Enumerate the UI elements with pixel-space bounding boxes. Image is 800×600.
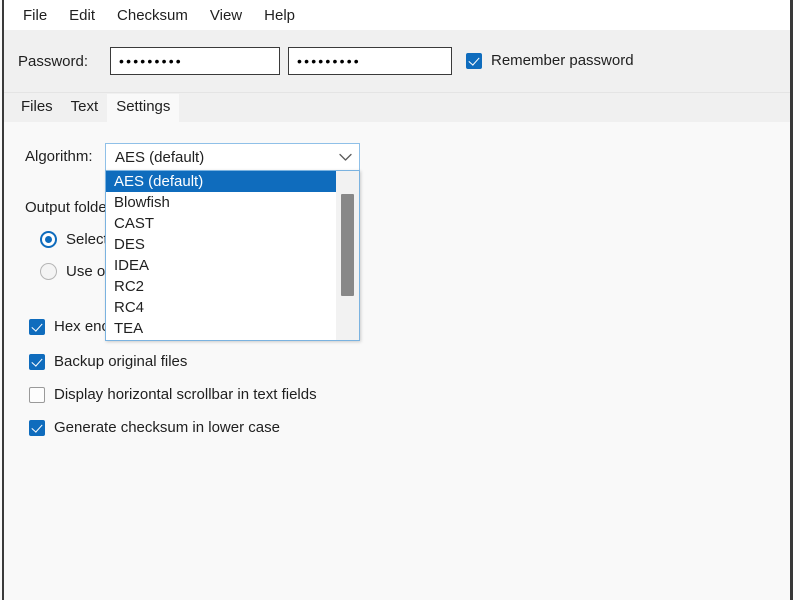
tab-text[interactable]: Text xyxy=(62,94,108,122)
checkbox-generate-checksum-lower-case[interactable]: Generate checksum in lower case xyxy=(29,419,280,436)
checkbox-display-horizontal-scrollbar-label: Display horizontal scrollbar in text fie… xyxy=(54,386,317,403)
checkbox-backup-original-files[interactable]: Backup original files xyxy=(29,353,187,370)
dropdown-option-idea[interactable]: IDEA xyxy=(106,255,337,276)
password-label: Password: xyxy=(18,53,88,70)
menu-item-edit[interactable]: Edit xyxy=(58,4,106,27)
window-outer-margin xyxy=(793,0,800,600)
tab-settings[interactable]: Settings xyxy=(107,94,179,122)
algorithm-combobox[interactable]: AES (default) xyxy=(105,143,360,171)
dropdown-option-rc2[interactable]: RC2 xyxy=(106,276,337,297)
checkbox-backup-original-files-label: Backup original files xyxy=(54,353,187,370)
output-folder-label: Output folder: xyxy=(25,199,116,216)
checkbox-display-horizontal-scrollbar[interactable]: Display horizontal scrollbar in text fie… xyxy=(29,386,317,403)
chevron-down-icon[interactable] xyxy=(331,153,359,162)
checkbox-checked-icon xyxy=(29,354,45,370)
algorithm-combobox-value: AES (default) xyxy=(106,149,331,166)
checkbox-checked-icon xyxy=(29,420,45,436)
radio-unselected-icon xyxy=(40,263,57,280)
menu-bar: File Edit Checksum View Help xyxy=(4,0,790,30)
checkbox-unchecked-icon xyxy=(29,387,45,403)
application-window: File Edit Checksum View Help Password: •… xyxy=(0,0,800,600)
menu-item-view[interactable]: View xyxy=(199,4,253,27)
window-left-border xyxy=(2,0,4,600)
dropdown-option-blowfish[interactable]: Blowfish xyxy=(106,192,337,213)
tab-bar: Files Text Settings xyxy=(4,93,790,122)
dropdown-scrollbar[interactable] xyxy=(336,171,359,340)
checkbox-generate-checksum-lower-case-label: Generate checksum in lower case xyxy=(54,419,280,436)
dropdown-option-des[interactable]: DES xyxy=(106,234,337,255)
password-input[interactable]: ••••••••• xyxy=(110,47,280,75)
algorithm-label: Algorithm: xyxy=(25,148,93,165)
remember-password-checkbox[interactable]: Remember password xyxy=(466,52,634,69)
remember-password-label: Remember password xyxy=(491,52,634,69)
menu-item-file[interactable]: File xyxy=(12,4,58,27)
menu-item-help[interactable]: Help xyxy=(253,4,306,27)
dropdown-option-rc4[interactable]: RC4 xyxy=(106,297,337,318)
checkbox-checked-icon xyxy=(466,53,482,69)
password-confirm-input[interactable]: ••••••••• xyxy=(288,47,452,75)
checkbox-checked-icon xyxy=(29,319,45,335)
dropdown-option-aes[interactable]: AES (default) xyxy=(106,171,337,192)
tab-files[interactable]: Files xyxy=(12,94,62,122)
radio-selected-icon xyxy=(40,231,57,248)
dropdown-option-tea[interactable]: TEA xyxy=(106,318,337,339)
algorithm-dropdown-list[interactable]: AES (default) Blowfish CAST DES IDEA RC2… xyxy=(105,170,360,341)
dropdown-option-cast[interactable]: CAST xyxy=(106,213,337,234)
dropdown-scrollbar-thumb[interactable] xyxy=(341,194,354,296)
menu-item-checksum[interactable]: Checksum xyxy=(106,4,199,27)
